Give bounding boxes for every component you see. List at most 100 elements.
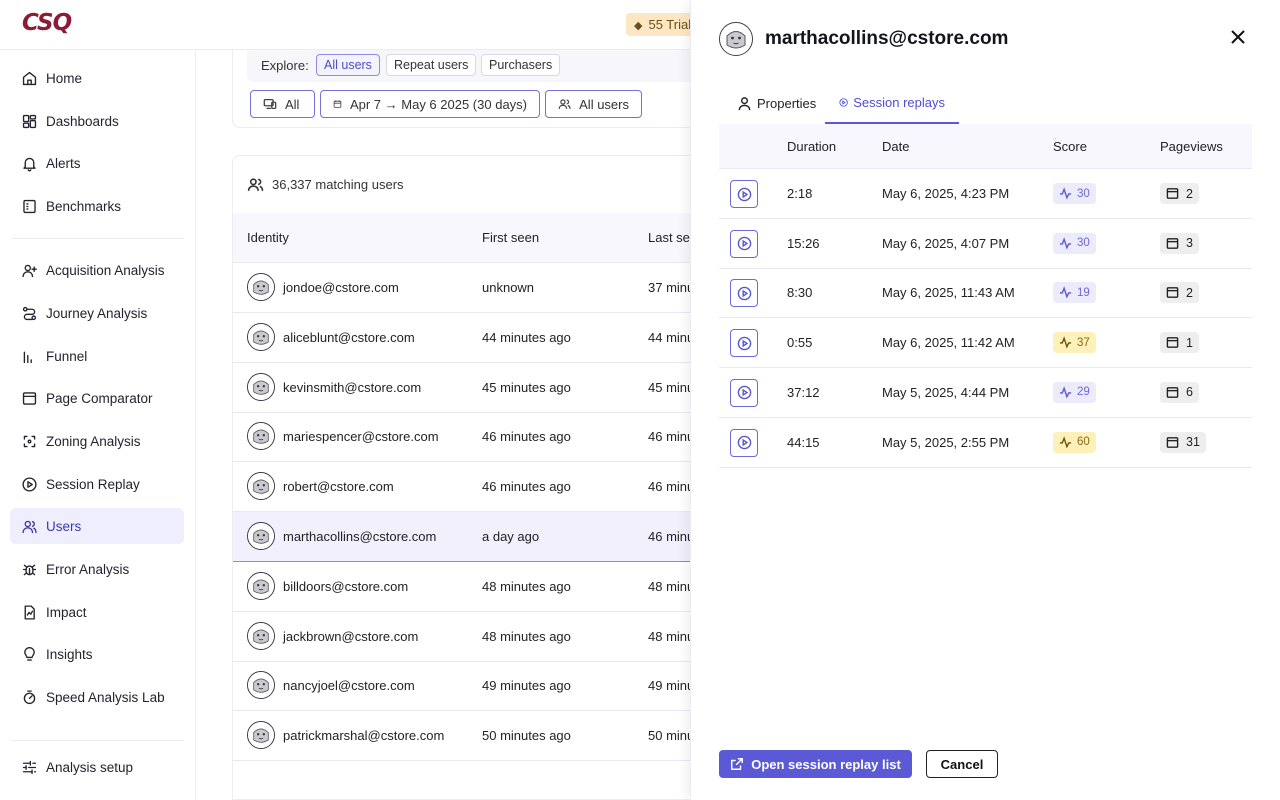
sidebar-item-label: Analysis setup bbox=[46, 759, 134, 775]
play-circle-icon bbox=[737, 236, 751, 251]
table-row[interactable]: marthacollins@cstore.coma day ago46 minu… bbox=[233, 512, 701, 562]
column-duration[interactable]: Duration bbox=[787, 139, 836, 154]
column-date[interactable]: Date bbox=[882, 139, 909, 154]
table-row[interactable]: jondoe@cstore.comunknown37 minutes ago bbox=[233, 263, 701, 313]
sidebar-item-analysis-setup[interactable]: Analysis setup bbox=[10, 749, 184, 785]
funnel-icon bbox=[20, 347, 38, 365]
session-row[interactable]: 37:12 May 5, 2025, 4:44 PM 29 6 bbox=[719, 368, 1252, 418]
segment-filter-label: All users bbox=[579, 96, 629, 112]
diamond-icon: ◆ bbox=[634, 20, 643, 32]
avatar bbox=[247, 322, 275, 351]
sidebar-item-speed-analysis-lab[interactable]: Speed Analysis Lab bbox=[10, 679, 184, 715]
avatar bbox=[247, 422, 275, 451]
table-row[interactable]: jackbrown@cstore.com 48 minutes ago 48 min… bbox=[233, 612, 701, 662]
sidebar-item-impact[interactable]: Impact bbox=[10, 594, 184, 630]
table-row[interactable]: aliceblunt@cstore.com 44 minutes ago 44 mi… bbox=[233, 313, 701, 363]
sidebar-item-journey-analysis[interactable]: Journey Analysis bbox=[10, 295, 184, 331]
sidebar-item-benchmarks[interactable]: Benchmarks bbox=[10, 188, 184, 224]
session-row[interactable]: 0:55 May 6, 2025, 11:42 AM 37 1 bbox=[719, 318, 1252, 369]
play-circle-icon bbox=[737, 435, 751, 450]
session-row[interactable]: 15:26 May 6, 2025, 4:07 PM 30 3 bbox=[719, 219, 1252, 269]
sidebar-divider bbox=[12, 740, 184, 741]
play-session-button[interactable] bbox=[730, 279, 758, 308]
identity-cell[interactable]: kevinsmith@cstore.com bbox=[283, 380, 421, 395]
page-icon bbox=[1166, 337, 1179, 348]
chip-purchasers[interactable]: Purchasers bbox=[481, 54, 561, 76]
date-cell: May 6, 2025, 4:07 PM bbox=[882, 235, 1010, 251]
sidebar-item-funnel[interactable]: Funnel bbox=[10, 338, 184, 374]
session-row[interactable]: 44:15 May 5, 2025, 2:55 PM 60 31 bbox=[719, 418, 1252, 468]
tab-properties[interactable]: Properties bbox=[723, 82, 830, 124]
column-score[interactable]: Score bbox=[1053, 139, 1087, 154]
zoning-icon bbox=[20, 432, 38, 450]
sidebar-item-session-replay[interactable]: Session Replay bbox=[10, 466, 184, 502]
score-badge: 60 bbox=[1053, 431, 1096, 453]
sidebar-item-users[interactable]: Users bbox=[10, 508, 184, 544]
identity-cell[interactable]: marthacollins@cstore.com bbox=[283, 529, 436, 544]
segment-filter-button[interactable]: All users bbox=[545, 90, 642, 118]
date-range-button[interactable]: Apr 7 → May 6 2025 (30 days) bbox=[320, 90, 540, 118]
first-seen-cell: 49 minutes ago bbox=[482, 678, 571, 694]
first-seen-cell: unknown bbox=[482, 280, 535, 295]
table-row[interactable]: mariespencer@cstore.com 46 minutes ago 46 … bbox=[233, 412, 701, 463]
identity-cell[interactable]: nancyjoel@cstore.com bbox=[283, 678, 415, 693]
users-table-header: Identity First seen Last seen bbox=[233, 213, 701, 263]
column-identity[interactable]: Identity bbox=[247, 230, 289, 245]
sidebar-item-page-comparator[interactable]: Page Comparator bbox=[10, 380, 184, 416]
sidebar-item-zoning-analysis[interactable]: Zoning Analysis bbox=[10, 423, 184, 459]
play-session-button[interactable] bbox=[730, 428, 758, 457]
users-icon bbox=[20, 517, 38, 535]
sidebar-item-alerts[interactable]: Alerts bbox=[10, 145, 184, 181]
identity-cell[interactable]: billdoors@cstore.com bbox=[283, 579, 408, 594]
sidebar-item-dashboards[interactable]: Dashboards bbox=[10, 103, 184, 139]
pageviews-badge: 3 bbox=[1160, 232, 1199, 254]
date-cell: May 6, 2025, 11:43 AM bbox=[882, 285, 1015, 301]
panel-title: marthacollins@cstore.com bbox=[765, 28, 1009, 49]
benchmark-icon bbox=[20, 197, 38, 215]
sidebar-item-acquisition-analysis[interactable]: Acquisition Analysis bbox=[10, 252, 184, 288]
cancel-button[interactable]: Cancel bbox=[926, 750, 998, 778]
column-first-seen[interactable]: First seen bbox=[482, 230, 539, 245]
chip-repeat-users[interactable]: Repeat users bbox=[386, 54, 477, 76]
identity-cell[interactable]: mariespencer@cstore.com bbox=[283, 429, 439, 444]
user-plus-icon bbox=[20, 261, 38, 279]
sidebar-item-label: Benchmarks bbox=[46, 198, 122, 214]
device-filter-label: All bbox=[285, 96, 300, 112]
session-row[interactable]: 2:18 May 6, 2025, 4:23 PM 30 2 bbox=[719, 169, 1252, 219]
close-button[interactable] bbox=[1227, 26, 1249, 48]
session-row[interactable]: 8:30 May 6, 2025, 11:43 AM 19 2 bbox=[719, 268, 1252, 319]
table-row[interactable]: patrickmarshal@cstore.com 50 minutes ago 5… bbox=[233, 711, 701, 762]
table-row[interactable]: billdoors@cstore.com 48 minutes ago 48 min… bbox=[233, 562, 701, 612]
sidebar-item-label: Speed Analysis Lab bbox=[46, 689, 165, 705]
users-icon bbox=[247, 178, 264, 191]
dashboard-icon bbox=[20, 112, 38, 130]
play-session-button[interactable] bbox=[730, 180, 758, 208]
play-session-button[interactable] bbox=[730, 378, 758, 407]
identity-cell[interactable]: patrickmarshal@cstore.com bbox=[283, 728, 444, 743]
sidebar-item-insights[interactable]: Insights bbox=[10, 636, 184, 672]
identity-cell[interactable]: robert@cstore.com bbox=[283, 479, 394, 494]
activity-icon bbox=[1059, 187, 1072, 200]
play-session-button[interactable] bbox=[730, 229, 758, 258]
open-session-replay-list-button[interactable]: Open session replay list bbox=[719, 750, 912, 778]
sidebar-divider bbox=[12, 238, 184, 239]
identity-cell[interactable]: jondoe@cstore.com bbox=[283, 280, 399, 295]
chip-all-users[interactable]: All users bbox=[316, 54, 380, 76]
pageviews-value: 1 bbox=[1186, 335, 1193, 350]
tab-session-replays[interactable]: Session replays bbox=[825, 82, 959, 124]
first-seen-cell: 44 minutes ago bbox=[482, 329, 571, 345]
sidebar-item-home[interactable]: Home bbox=[10, 60, 184, 96]
sidebar-item-error-analysis[interactable]: Error Analysis bbox=[10, 551, 184, 587]
column-pageviews[interactable]: Pageviews bbox=[1160, 139, 1223, 154]
table-row[interactable]: robert@cstore.com46 minutes ago46 minute… bbox=[233, 462, 701, 513]
table-row[interactable]: nancyjoel@cstore.com 49 minutes ago 49 min… bbox=[233, 661, 701, 712]
play-session-button[interactable] bbox=[730, 329, 758, 358]
app-logo[interactable]: CSQ bbox=[22, 10, 72, 36]
avatar bbox=[247, 372, 275, 401]
identity-cell[interactable]: aliceblunt@cstore.com bbox=[283, 330, 415, 345]
device-filter-button[interactable]: All bbox=[250, 90, 315, 118]
bug-icon bbox=[20, 560, 38, 578]
lightbulb-icon bbox=[20, 645, 38, 663]
table-row[interactable]: kevinsmith@cstore.com 45 minutes ago 45 mi… bbox=[233, 363, 701, 413]
identity-cell[interactable]: jackbrown@cstore.com bbox=[283, 629, 418, 644]
